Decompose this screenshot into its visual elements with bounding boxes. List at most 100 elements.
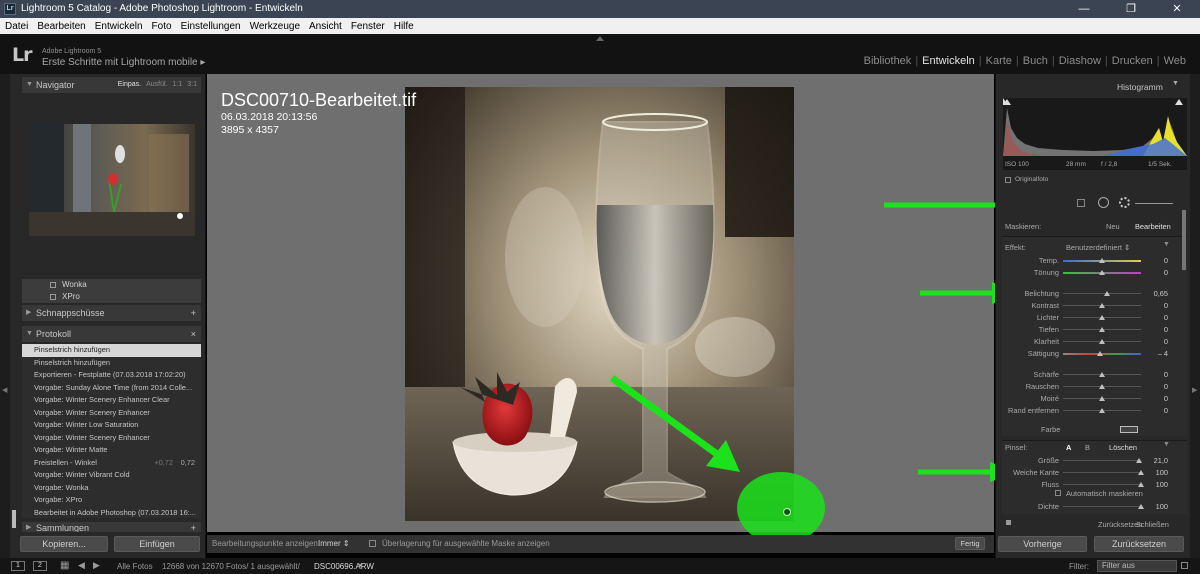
edit-points-select[interactable]: Immer ⇕ — [318, 539, 350, 548]
slider-thumb[interactable] — [1099, 315, 1105, 320]
brush-size-track[interactable] — [1063, 460, 1141, 461]
brush-flow-value[interactable]: 100 — [1142, 480, 1168, 489]
source-label[interactable]: Alle Fotos — [117, 562, 153, 571]
collapse-brush-icon[interactable]: ▼ — [1163, 441, 1170, 448]
slider-value[interactable]: 0 — [1142, 325, 1168, 334]
grid-view-icon[interactable]: ▦ — [60, 560, 69, 571]
slider-label: Klarheit — [1033, 337, 1059, 346]
slider-value[interactable]: 0 — [1142, 256, 1168, 265]
brush-flow-label: Fluss — [1041, 480, 1059, 489]
primary-window-button[interactable]: 1 — [11, 561, 25, 571]
automask-label: Automatisch maskieren — [1066, 489, 1143, 498]
secondary-window-button[interactable]: 2 — [33, 561, 47, 571]
tool-slider-track[interactable] — [1135, 203, 1173, 204]
radial-filter-icon[interactable] — [1098, 197, 1109, 208]
annotation-arrowhead — [706, 440, 740, 472]
slider-value[interactable]: 0 — [1142, 268, 1168, 277]
histogram-focal: 28 mm — [1066, 161, 1086, 168]
close-link[interactable]: Schließen — [1136, 520, 1169, 529]
brush-size-value[interactable]: 21,0 — [1142, 456, 1168, 465]
slider-thumb[interactable] — [1099, 327, 1105, 332]
brush-feather-track[interactable] — [1063, 472, 1141, 473]
develop-toolbar: Bearbeitungspunkte anzeigen: Immer ⇕ Übe… — [207, 535, 994, 553]
collapse-effect-icon[interactable]: ▼ — [1163, 241, 1170, 248]
slider-thumb[interactable] — [1099, 384, 1105, 389]
brush-feather-value[interactable]: 100 — [1142, 468, 1168, 477]
histogram-title: Histogramm — [1117, 82, 1163, 92]
filter-select[interactable]: Filter aus — [1097, 560, 1177, 572]
annotation-arrow — [609, 375, 731, 465]
slider-value[interactable]: 0 — [1142, 394, 1168, 403]
slider-value[interactable]: 0 — [1142, 370, 1168, 379]
slider-label: Kontrast — [1031, 301, 1059, 310]
slider-value[interactable]: 0 — [1142, 337, 1168, 346]
brush-size-label: Größe — [1038, 456, 1059, 465]
filmstrip-status-bar: 1 2 ▦ ◀ ▶ Alle Fotos 12668 von 12670 Fot… — [0, 558, 1200, 574]
brush-density-value[interactable]: 100 — [1142, 502, 1168, 511]
overlay-label: Überlagerung für ausgewählte Maske anzei… — [382, 539, 550, 548]
slider-value[interactable]: – 4 — [1142, 349, 1168, 358]
slider-label: Schärfe — [1033, 370, 1059, 379]
slider-thumb[interactable] — [1099, 396, 1105, 401]
expand-triangle-icon[interactable]: ▼ — [1172, 80, 1179, 87]
effect-value: Benutzerdefiniert — [1066, 243, 1122, 252]
effect-select[interactable]: Benutzerdefiniert ⇕ — [1066, 243, 1130, 252]
reset-button[interactable]: Zurücksetzen — [1094, 536, 1184, 552]
previous-button[interactable]: Vorherige — [998, 536, 1087, 552]
select-chevron-icon: ⇕ — [342, 539, 350, 548]
mask-new[interactable]: Neu — [1106, 222, 1120, 231]
histogram[interactable] — [1003, 98, 1187, 170]
slider-value[interactable]: 0 — [1142, 406, 1168, 415]
slider-thumb[interactable] — [1099, 339, 1105, 344]
original-photo-checkbox[interactable] — [1005, 177, 1011, 183]
slider-label: Lichter — [1036, 313, 1059, 322]
effect-label: Effekt: — [1005, 243, 1026, 252]
brush-density-label: Dichte — [1038, 502, 1059, 511]
slider-value[interactable]: 0,65 — [1142, 289, 1168, 298]
histogram-graph — [1003, 98, 1187, 156]
slider-label: Temp. — [1038, 256, 1059, 265]
brush-a[interactable]: A — [1066, 443, 1071, 452]
current-file[interactable]: DSC00696.ARW — [314, 562, 374, 571]
file-menu-arrow-icon[interactable]: ▾ — [358, 561, 362, 570]
brush-flow-track[interactable] — [1063, 484, 1141, 485]
slider-label: Belichtung — [1024, 289, 1059, 298]
automask-checkbox[interactable] — [1055, 490, 1061, 496]
slider-value[interactable]: 0 — [1142, 313, 1168, 322]
color-swatch[interactable] — [1120, 426, 1138, 433]
slider-value[interactable]: 0 — [1142, 301, 1168, 310]
slider-thumb[interactable] — [1097, 351, 1104, 356]
slider-thumb[interactable] — [1103, 291, 1110, 296]
slider-track[interactable] — [1063, 293, 1141, 294]
histogram-iso: ISO 100 — [1005, 161, 1029, 168]
forward-arrow-icon[interactable]: ▶ — [93, 560, 100, 571]
histogram-shutter: 1/5 Sek. — [1148, 161, 1172, 168]
done-button[interactable]: Fertig — [955, 537, 985, 550]
slider-thumb[interactable] — [1099, 270, 1105, 275]
mask-edit[interactable]: Bearbeiten — [1135, 222, 1171, 231]
brush-density-track[interactable] — [1063, 506, 1141, 507]
edit-pin-icon[interactable] — [783, 508, 791, 516]
brush-label: Pinsel: — [1005, 443, 1028, 452]
toggle-mask-switch[interactable] — [1006, 520, 1011, 525]
filter-value: Filter aus — [1102, 561, 1135, 570]
slider-thumb[interactable] — [1099, 258, 1105, 263]
graduated-filter-icon[interactable] — [1077, 199, 1085, 207]
edit-points-label: Bearbeitungspunkte anzeigen: — [212, 539, 321, 548]
slider-value[interactable]: 0 — [1142, 382, 1168, 391]
slider-label: Tiefen — [1038, 325, 1059, 334]
filter-lock-icon[interactable] — [1181, 562, 1188, 569]
brush-b[interactable]: B — [1085, 443, 1090, 452]
slider-thumb[interactable] — [1099, 408, 1105, 413]
filter-label: Filter: — [1069, 562, 1089, 571]
brush-size-thumb[interactable] — [1135, 458, 1142, 463]
back-arrow-icon[interactable]: ◀ — [78, 560, 85, 571]
slider-thumb[interactable] — [1099, 303, 1105, 308]
right-panel-scrollbar[interactable] — [1182, 210, 1186, 270]
color-label: Farbe — [1041, 425, 1061, 434]
adjustment-brush-icon[interactable] — [1119, 197, 1130, 208]
overlay-checkbox[interactable] — [369, 540, 376, 547]
brush-erase[interactable]: Löschen — [1109, 443, 1137, 452]
slider-thumb[interactable] — [1099, 372, 1105, 377]
slider-label: Rauschen — [1025, 382, 1059, 391]
